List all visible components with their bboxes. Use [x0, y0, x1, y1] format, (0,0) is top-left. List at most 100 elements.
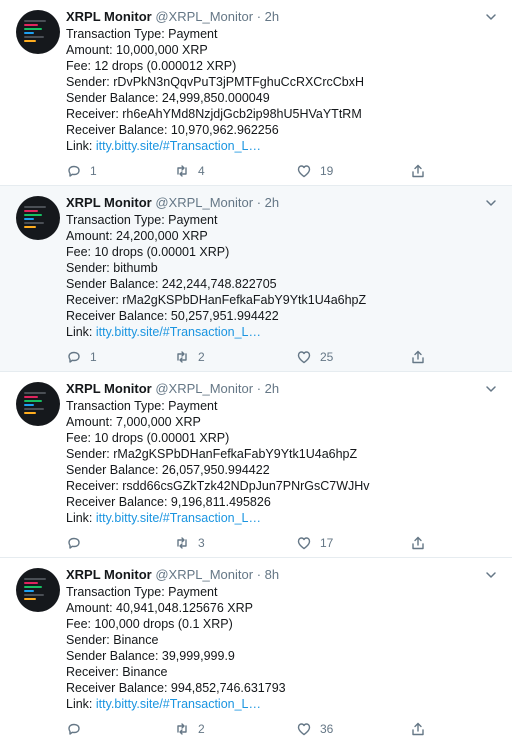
- tweet-text-line: Sender Balance: 39,999,999.9: [66, 649, 235, 663]
- like-button[interactable]: 17: [296, 533, 333, 553]
- tweet-actions: 2 36: [66, 719, 446, 739]
- like-button[interactable]: 25: [296, 347, 333, 367]
- tweet[interactable]: XRPL Monitor @XRPL_Monitor · 2h Transact…: [0, 0, 512, 186]
- share-button[interactable]: [410, 719, 434, 739]
- link-label: Link:: [66, 697, 96, 711]
- retweet-count: 4: [198, 164, 205, 178]
- link-label: Link:: [66, 139, 96, 153]
- author-handle[interactable]: @XRPL_Monitor: [155, 381, 253, 396]
- timestamp[interactable]: 2h: [265, 195, 279, 210]
- timestamp[interactable]: 8h: [265, 567, 279, 582]
- tweet-text-line: Sender Balance: 26,057,950.994422: [66, 463, 270, 477]
- author-handle[interactable]: @XRPL_Monitor: [155, 9, 253, 24]
- tweet-link[interactable]: itty.bitty.site/#Transaction_L…: [96, 139, 261, 153]
- chevron-down-icon[interactable]: [484, 196, 498, 210]
- retweet-icon: [177, 537, 187, 549]
- retweet-icon: [177, 723, 187, 735]
- reply-icon: [68, 537, 80, 549]
- author-name[interactable]: XRPL Monitor: [66, 567, 152, 582]
- heart-icon: [297, 723, 311, 736]
- share-icon: [412, 350, 424, 364]
- reply-button[interactable]: 1: [66, 161, 97, 181]
- like-count: 19: [320, 164, 334, 178]
- tweet-link[interactable]: itty.bitty.site/#Transaction_L…: [96, 325, 261, 339]
- tweet-text-line: Amount: 40,941,048.125676 XRP: [66, 601, 253, 615]
- tweet-text-line: Amount: 24,200,000 XRP: [66, 229, 208, 243]
- tweet-text-line: Receiver: Binance: [66, 665, 168, 679]
- retweet-button[interactable]: 2: [174, 347, 205, 367]
- separator-dot: ·: [256, 567, 262, 582]
- tweet-text-line: Receiver: rh6eAhYMd8NzjdjGcb2ip98hU5HVaY…: [66, 107, 362, 121]
- avatar[interactable]: [16, 568, 60, 612]
- tweet-text-line: Transaction Type: Payment: [66, 213, 218, 227]
- retweet-count: 2: [198, 722, 205, 736]
- tweet-text-line: Receiver Balance: 9,196,811.495826: [66, 495, 271, 509]
- separator-dot: ·: [256, 195, 262, 210]
- avatar[interactable]: [16, 196, 60, 240]
- chevron-down-icon[interactable]: [484, 10, 498, 24]
- share-icon: [412, 536, 424, 550]
- share-button[interactable]: [410, 347, 434, 367]
- reply-icon: [68, 165, 80, 177]
- reply-button[interactable]: [66, 533, 90, 553]
- retweet-count: 2: [198, 350, 205, 364]
- retweet-button[interactable]: 4: [174, 161, 205, 181]
- reply-button[interactable]: 1: [66, 347, 97, 367]
- reply-count: 1: [90, 350, 97, 364]
- share-icon: [412, 164, 424, 178]
- tweet-text-line: Fee: 12 drops (0.000012 XRP): [66, 59, 237, 73]
- author-name[interactable]: XRPL Monitor: [66, 9, 152, 24]
- tweet-feed: XRPL Monitor @XRPL_Monitor · 2h Transact…: [0, 0, 512, 749]
- tweet-text-line: Receiver: rsdd66csGZkTzk42NDpJun7PNrGsC7…: [66, 479, 370, 493]
- author-name[interactable]: XRPL Monitor: [66, 195, 152, 210]
- tweet-text-line: Receiver Balance: 994,852,746.631793: [66, 681, 286, 695]
- retweet-icon: [177, 165, 187, 177]
- tweet-text-line: Sender: bithumb: [66, 261, 158, 275]
- tweet[interactable]: XRPL Monitor @XRPL_Monitor · 8h Transact…: [0, 558, 512, 749]
- reply-button[interactable]: [66, 719, 90, 739]
- tweet-text-line: Amount: 10,000,000 XRP: [66, 43, 208, 57]
- tweet-actions: 1 4 19: [66, 161, 446, 181]
- tweet-text-line: Transaction Type: Payment: [66, 27, 218, 41]
- tweet[interactable]: XRPL Monitor @XRPL_Monitor · 2h Transact…: [0, 186, 512, 372]
- author-handle[interactable]: @XRPL_Monitor: [155, 567, 253, 582]
- like-button[interactable]: 36: [296, 719, 333, 739]
- heart-icon: [297, 165, 311, 178]
- heart-icon: [297, 351, 311, 364]
- retweet-button[interactable]: 3: [174, 533, 205, 553]
- tweet-text-line: Receiver: rMa2gKSPbDHanFefkaFabY9Ytk1U4a…: [66, 293, 367, 307]
- tweet-actions: 1 2 25: [66, 347, 446, 367]
- tweet-text-line: Transaction Type: Payment: [66, 585, 218, 599]
- tweet-actions: 3 17: [66, 533, 446, 553]
- tweet-text-line: Sender: rMa2gKSPbDHanFefkaFabY9Ytk1U4a6h…: [66, 447, 358, 461]
- share-button[interactable]: [410, 533, 434, 553]
- timestamp[interactable]: 2h: [265, 9, 279, 24]
- timestamp[interactable]: 2h: [265, 381, 279, 396]
- chevron-down-icon[interactable]: [484, 568, 498, 582]
- avatar[interactable]: [16, 10, 60, 54]
- link-label: Link:: [66, 325, 96, 339]
- tweet[interactable]: XRPL Monitor @XRPL_Monitor · 2h Transact…: [0, 372, 512, 558]
- retweet-button[interactable]: 2: [174, 719, 205, 739]
- share-button[interactable]: [410, 161, 434, 181]
- tweet-text-line: Receiver Balance: 50,257,951.994422: [66, 309, 279, 323]
- tweet-text-line: Transaction Type: Payment: [66, 399, 218, 413]
- avatar[interactable]: [16, 382, 60, 426]
- tweet-text-line: Fee: 10 drops (0.00001 XRP): [66, 431, 230, 445]
- share-icon: [412, 722, 424, 736]
- like-button[interactable]: 19: [296, 161, 333, 181]
- author-handle[interactable]: @XRPL_Monitor: [155, 195, 253, 210]
- tweet-link[interactable]: itty.bitty.site/#Transaction_L…: [96, 511, 261, 525]
- tweet-text-line: Fee: 100,000 drops (0.1 XRP): [66, 617, 233, 631]
- reply-count: 1: [90, 164, 97, 178]
- like-count: 36: [320, 722, 334, 736]
- author-name[interactable]: XRPL Monitor: [66, 381, 152, 396]
- chevron-down-icon[interactable]: [484, 382, 498, 396]
- retweet-icon: [177, 351, 187, 363]
- like-count: 17: [320, 536, 334, 550]
- tweet-text-line: Sender: rDvPkN3nQqvPuT3jPMTFghuCcRXCrcCb…: [66, 75, 365, 89]
- tweet-text-line: Sender Balance: 24,999,850.000049: [66, 91, 270, 105]
- tweet-link[interactable]: itty.bitty.site/#Transaction_L…: [96, 697, 261, 711]
- tweet-text-line: Receiver Balance: 10,970,962.962256: [66, 123, 279, 137]
- separator-dot: ·: [256, 9, 262, 24]
